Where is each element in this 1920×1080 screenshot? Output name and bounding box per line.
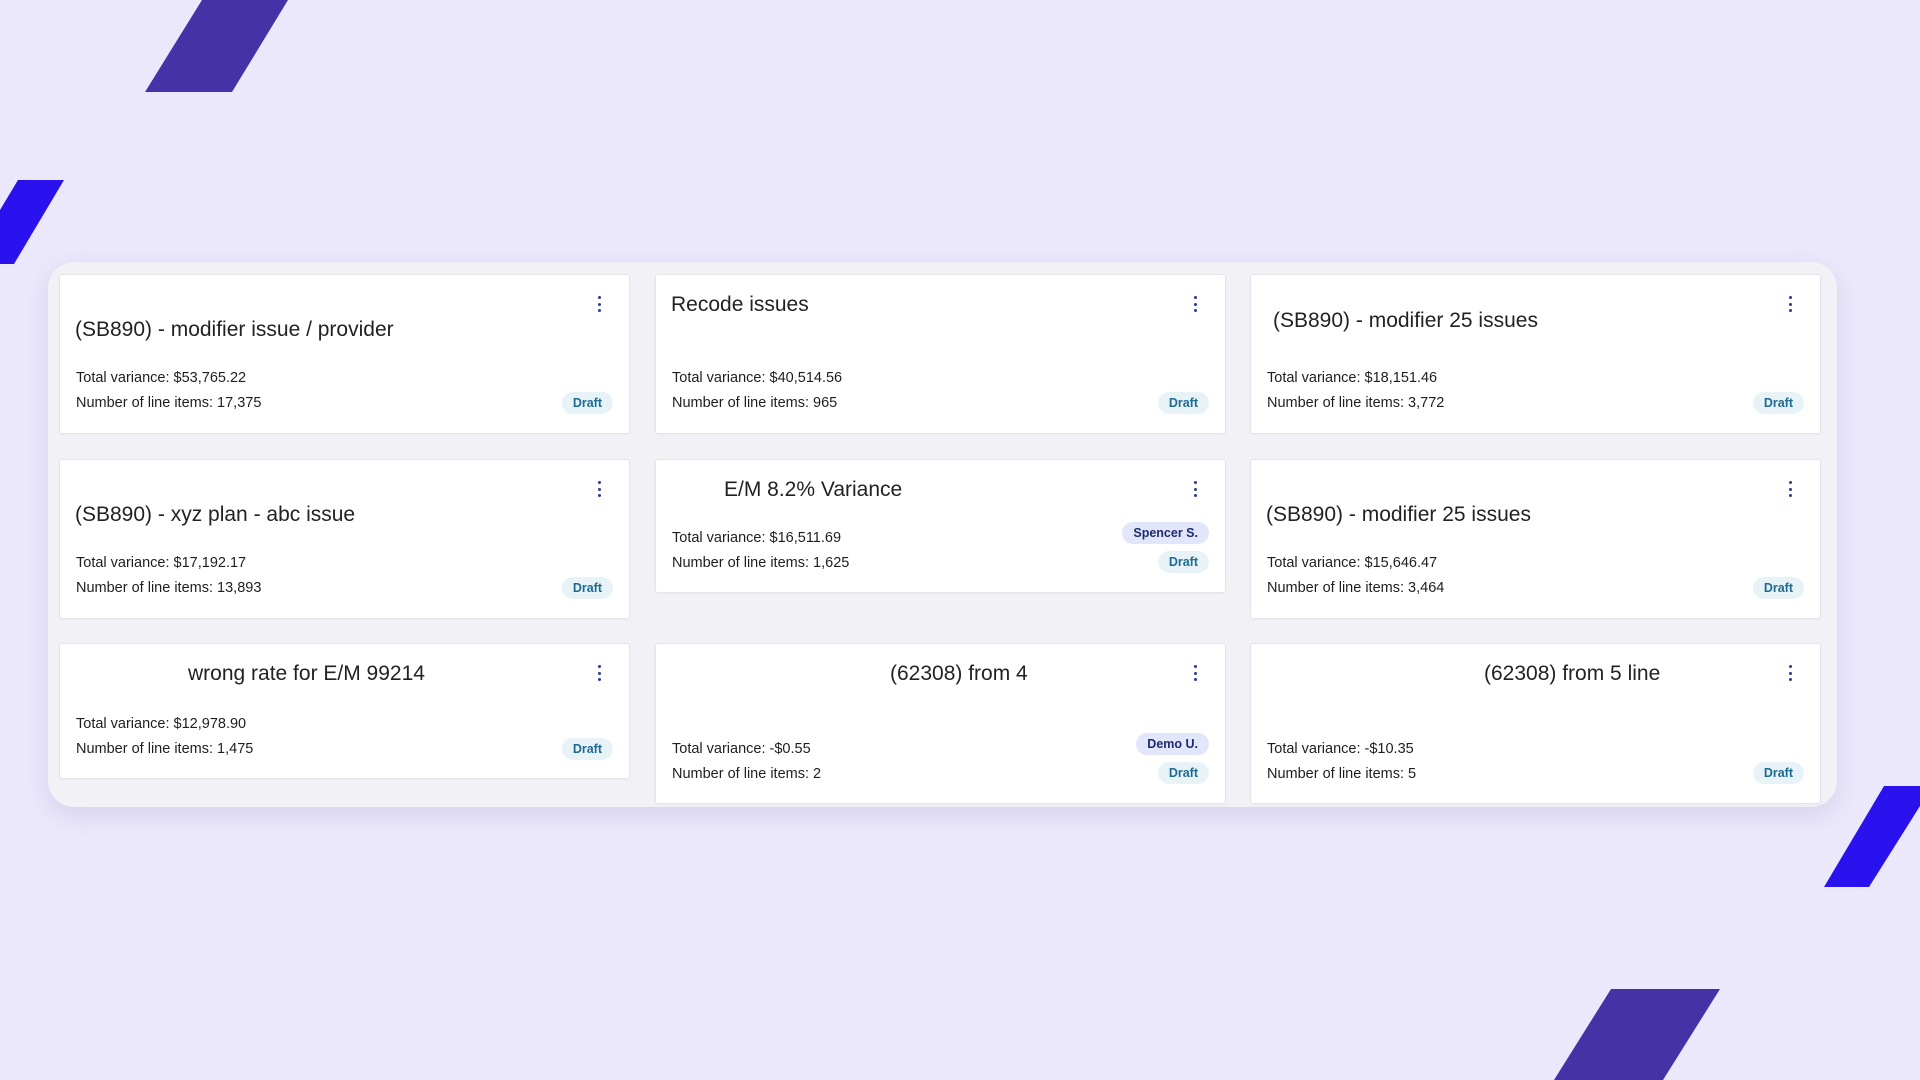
line-items-text: Number of line items: 965 xyxy=(672,395,838,411)
status-badge: Draft xyxy=(1157,392,1209,414)
card-title: wrong rate for E/M 99214 xyxy=(188,662,425,685)
total-variance-text: Total variance: $12,978.90 xyxy=(76,716,247,732)
total-variance-text: Total variance: -$10.35 xyxy=(1267,741,1414,757)
total-variance-text: Total variance: $15,646.47 xyxy=(1267,555,1438,571)
card-title: (62308) from 5 line xyxy=(1484,662,1661,685)
status-badge: Draft xyxy=(561,738,613,760)
decor-shape-left xyxy=(0,180,64,264)
issue-card[interactable]: (SB890) - modifier 25 issues Total varia… xyxy=(1250,459,1821,619)
line-items-text: Number of line items: 2 xyxy=(672,766,822,782)
issue-card[interactable]: (62308) from 4 Total variance: -$0.55 Nu… xyxy=(655,643,1226,804)
more-options-icon[interactable] xyxy=(593,665,605,681)
decor-shape-right xyxy=(1824,786,1920,887)
card-title: E/M 8.2% Variance xyxy=(724,478,903,501)
status-badge: Draft xyxy=(1157,551,1209,573)
status-badge: Draft xyxy=(1752,577,1804,599)
status-badge: Draft xyxy=(1752,762,1804,784)
more-options-icon[interactable] xyxy=(1784,481,1796,497)
card-title: (62308) from 4 xyxy=(890,662,1028,685)
cards-panel: (SB890) - modifier issue / provider Tota… xyxy=(48,262,1837,807)
issue-card[interactable]: wrong rate for E/M 99214 Total variance:… xyxy=(59,643,630,779)
line-items-text: Number of line items: 17,375 xyxy=(76,395,262,411)
more-options-icon[interactable] xyxy=(1189,665,1201,681)
line-items-text: Number of line items: 13,893 xyxy=(76,580,262,596)
assignee-badge: Demo U. xyxy=(1136,733,1209,755)
line-items-text: Number of line items: 5 xyxy=(1267,766,1417,782)
status-badge: Draft xyxy=(1157,762,1209,784)
more-options-icon[interactable] xyxy=(593,481,605,497)
card-title: (SB890) - modifier 25 issues xyxy=(1266,503,1531,526)
line-items-text: Number of line items: 1,625 xyxy=(672,555,850,571)
line-items-text: Number of line items: 3,464 xyxy=(1267,580,1445,596)
status-badge: Draft xyxy=(561,392,613,414)
issue-card[interactable]: E/M 8.2% Variance Total variance: $16,51… xyxy=(655,459,1226,593)
card-title: (SB890) - modifier 25 issues xyxy=(1273,309,1538,332)
more-options-icon[interactable] xyxy=(1784,296,1796,312)
issue-card[interactable]: (SB890) - modifier issue / provider Tota… xyxy=(59,274,630,434)
total-variance-text: Total variance: $53,765.22 xyxy=(76,370,247,386)
more-options-icon[interactable] xyxy=(1189,296,1201,312)
issue-card[interactable]: Recode issues Total variance: $40,514.56… xyxy=(655,274,1226,434)
total-variance-text: Total variance: $16,511.69 xyxy=(672,530,842,546)
issue-card[interactable]: (62308) from 5 line Total variance: -$10… xyxy=(1250,643,1821,804)
issue-card[interactable]: (SB890) - xyz plan - abc issue Total var… xyxy=(59,459,630,619)
total-variance-text: Total variance: $40,514.56 xyxy=(672,370,843,386)
more-options-icon[interactable] xyxy=(593,296,605,312)
total-variance-text: Total variance: -$0.55 xyxy=(672,741,811,757)
more-options-icon[interactable] xyxy=(1784,665,1796,681)
total-variance-text: Total variance: $18,151.46 xyxy=(1267,370,1438,386)
card-title: Recode issues xyxy=(671,293,809,316)
card-title: (SB890) - modifier issue / provider xyxy=(75,318,394,341)
decor-shape-top xyxy=(145,0,288,92)
line-items-text: Number of line items: 3,772 xyxy=(1267,395,1445,411)
status-badge: Draft xyxy=(1752,392,1804,414)
more-options-icon[interactable] xyxy=(1189,481,1201,497)
decor-shape-bottom xyxy=(1554,989,1720,1080)
issue-card[interactable]: (SB890) - modifier 25 issues Total varia… xyxy=(1250,274,1821,434)
card-title: (SB890) - xyz plan - abc issue xyxy=(75,503,356,526)
total-variance-text: Total variance: $17,192.17 xyxy=(76,555,247,571)
line-items-text: Number of line items: 1,475 xyxy=(76,741,254,757)
assignee-badge: Spencer S. xyxy=(1122,522,1209,544)
status-badge: Draft xyxy=(561,577,613,599)
